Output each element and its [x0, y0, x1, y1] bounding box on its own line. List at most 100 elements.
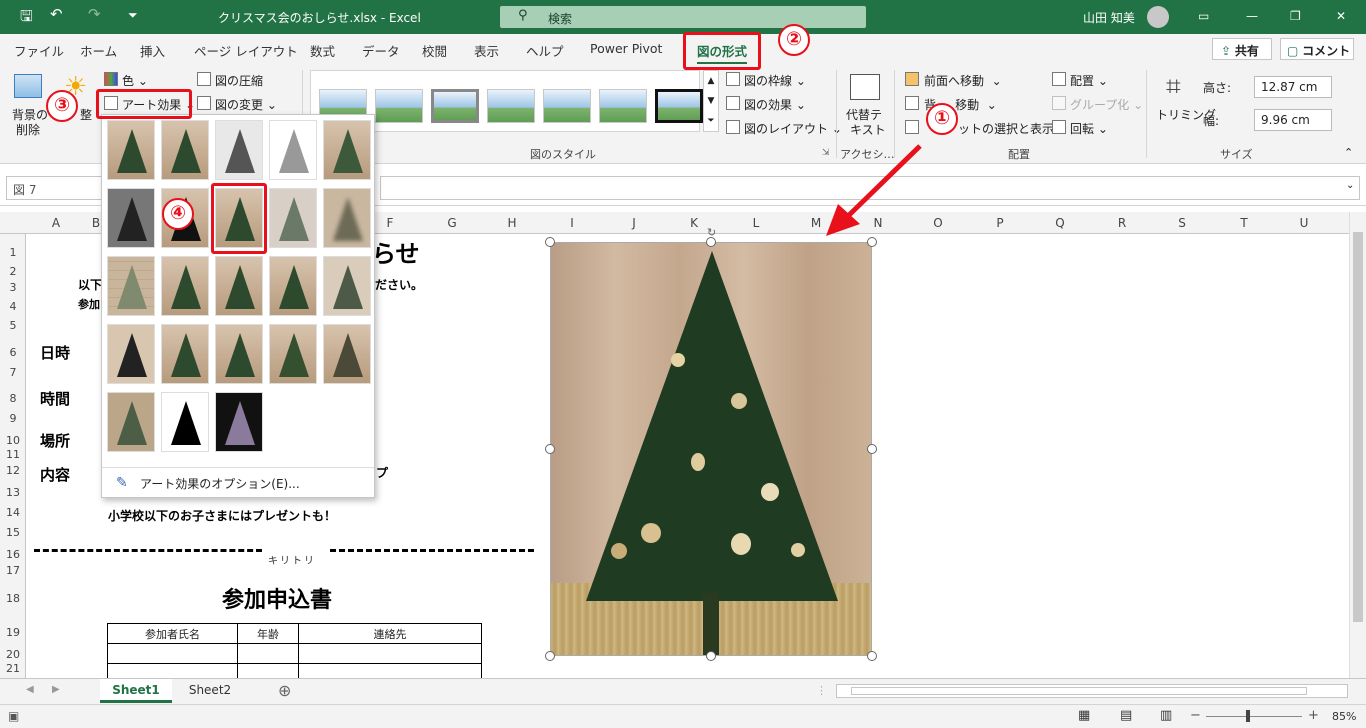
art-effect-thumb[interactable] — [215, 120, 263, 180]
style-thumb[interactable] — [599, 89, 647, 123]
tab-view[interactable]: 表示 — [474, 41, 499, 60]
change-picture-button[interactable]: 図の変更 ⌄ — [215, 96, 277, 113]
search-box[interactable]: ⚲ 検索 — [500, 6, 866, 28]
ribbon-display-icon[interactable]: ▭ — [1198, 9, 1209, 23]
picture-effects-button[interactable]: 図の効果 ⌄ — [744, 96, 806, 113]
name-box[interactable]: 図 7 — [6, 176, 102, 200]
bring-forward-button[interactable]: 前面へ移動 ⌄ — [924, 72, 1002, 89]
sheet-tab-sheet2[interactable]: Sheet2 — [174, 679, 246, 703]
user-name[interactable]: 山田 知美 — [1083, 9, 1135, 26]
sheet-tab-sheet1[interactable]: Sheet1 — [100, 679, 172, 703]
column-header[interactable]: F — [378, 216, 402, 230]
column-header[interactable]: S — [1170, 216, 1194, 230]
art-effect-thumb[interactable] — [161, 392, 209, 452]
row-header[interactable]: 16 — [0, 548, 26, 561]
undo-icon[interactable]: ↶ — [50, 5, 63, 23]
resize-handle[interactable] — [545, 444, 555, 454]
row-header[interactable]: 3 — [0, 281, 26, 294]
color-button[interactable]: 色 ⌄ — [122, 72, 148, 89]
column-header[interactable]: G — [440, 216, 464, 230]
row-header[interactable]: 19 — [0, 626, 26, 639]
row-header[interactable]: 4 — [0, 300, 26, 313]
art-effect-thumb[interactable] — [161, 256, 209, 316]
collapse-ribbon-icon[interactable]: ⌃ — [1344, 146, 1353, 159]
row-header[interactable]: 17 — [0, 564, 26, 577]
art-effect-thumb[interactable] — [323, 256, 371, 316]
column-header[interactable]: A — [44, 216, 68, 230]
redo-icon[interactable]: ↷ — [88, 5, 101, 23]
art-effects-options-item[interactable]: アート効果のオプション(E)... — [140, 475, 300, 492]
row-header[interactable]: 5 — [0, 319, 26, 332]
macro-record-icon[interactable]: ▣ — [8, 709, 19, 723]
zoom-in-icon[interactable]: + — [1308, 708, 1319, 723]
tab-formulas[interactable]: 数式 — [310, 41, 335, 60]
row-header[interactable]: 8 — [0, 392, 26, 405]
width-input[interactable]: 9.96 cm — [1254, 109, 1332, 131]
art-effect-thumb[interactable] — [323, 120, 371, 180]
height-input[interactable]: 12.87 cm — [1254, 76, 1332, 98]
next-sheet-icon[interactable]: ▶ — [52, 684, 60, 695]
vertical-scrollbar[interactable] — [1349, 212, 1366, 678]
style-thumb[interactable] — [543, 89, 591, 123]
art-effect-thumb[interactable] — [161, 120, 209, 180]
tab-help[interactable]: ヘルプ — [526, 41, 564, 60]
zoom-slider-thumb[interactable] — [1246, 710, 1250, 722]
art-effect-thumb[interactable] — [161, 324, 209, 384]
column-header[interactable]: Q — [1048, 216, 1072, 230]
customize-qat-icon[interactable]: ⏷ — [128, 8, 138, 23]
tab-insert[interactable]: 挿入 — [140, 41, 165, 60]
row-header[interactable]: 1 — [0, 246, 26, 259]
art-effect-thumb[interactable] — [269, 256, 317, 316]
column-header[interactable]: K — [682, 216, 706, 230]
row-header[interactable]: 12 — [0, 464, 26, 477]
tab-power-pivot[interactable]: Power Pivot — [590, 41, 662, 56]
row-header[interactable]: 13 — [0, 486, 26, 499]
picture-layout-button[interactable]: 図のレイアウト ⌄ — [744, 120, 842, 137]
column-header[interactable]: U — [1292, 216, 1316, 230]
tab-data[interactable]: データ — [362, 41, 400, 60]
zoom-out-icon[interactable]: − — [1190, 708, 1201, 723]
tab-page-layout[interactable]: ページ レイアウト — [194, 41, 298, 60]
remove-background-label-2[interactable]: 削除 — [16, 121, 40, 138]
hscroll-thumb[interactable] — [851, 687, 1307, 695]
gallery-scroll[interactable]: ▲ ▼ ⏷ — [703, 70, 719, 132]
zoom-slider[interactable] — [1206, 716, 1302, 717]
compress-button[interactable]: 図の圧縮 — [215, 72, 263, 89]
style-thumb[interactable] — [655, 89, 703, 123]
art-effect-thumb[interactable] — [107, 392, 155, 452]
resize-handle[interactable] — [545, 237, 555, 247]
horizontal-scrollbar[interactable] — [836, 684, 1348, 698]
row-header[interactable]: 2 — [0, 265, 26, 278]
tab-home[interactable]: ホーム — [80, 41, 117, 60]
art-effect-thumb[interactable] — [323, 188, 371, 248]
row-header[interactable]: 6 — [0, 346, 26, 359]
resize-handle[interactable] — [867, 444, 877, 454]
row-header[interactable]: 9 — [0, 412, 26, 425]
avatar[interactable] — [1147, 6, 1169, 28]
row-header[interactable]: 20 — [0, 648, 26, 661]
art-effect-thumb[interactable] — [215, 392, 263, 452]
page-layout-view-icon[interactable]: ▤ — [1120, 708, 1132, 723]
minimize-icon[interactable]: — — [1246, 9, 1258, 23]
art-effect-thumb[interactable] — [323, 324, 371, 384]
table-cell[interactable] — [237, 643, 299, 664]
rotate-handle-icon[interactable]: ↻ — [707, 226, 716, 239]
align-button[interactable]: 配置 ⌄ — [1070, 72, 1108, 89]
normal-view-icon[interactable]: ▦ — [1078, 708, 1090, 723]
art-effect-thumb[interactable] — [269, 188, 317, 248]
row-header[interactable]: 18 — [0, 592, 26, 605]
art-effect-thumb[interactable] — [269, 120, 317, 180]
art-effect-thumb[interactable] — [107, 256, 155, 316]
zoom-level[interactable]: 85% — [1332, 710, 1356, 723]
scroll-thumb[interactable] — [1353, 232, 1363, 622]
add-sheet-button[interactable]: ⊕ — [278, 681, 291, 700]
tab-review[interactable]: 校閲 — [422, 41, 447, 60]
column-header[interactable]: P — [988, 216, 1012, 230]
resize-handle[interactable] — [545, 651, 555, 661]
art-effect-thumb[interactable] — [215, 324, 263, 384]
group-button[interactable]: グループ化 ⌄ — [1070, 96, 1143, 113]
row-header[interactable]: 7 — [0, 366, 26, 379]
save-icon[interactable]: 🖫 — [20, 6, 33, 31]
art-effect-thumb[interactable] — [107, 120, 155, 180]
share-button[interactable]: ⇪ 共有 — [1212, 38, 1272, 60]
